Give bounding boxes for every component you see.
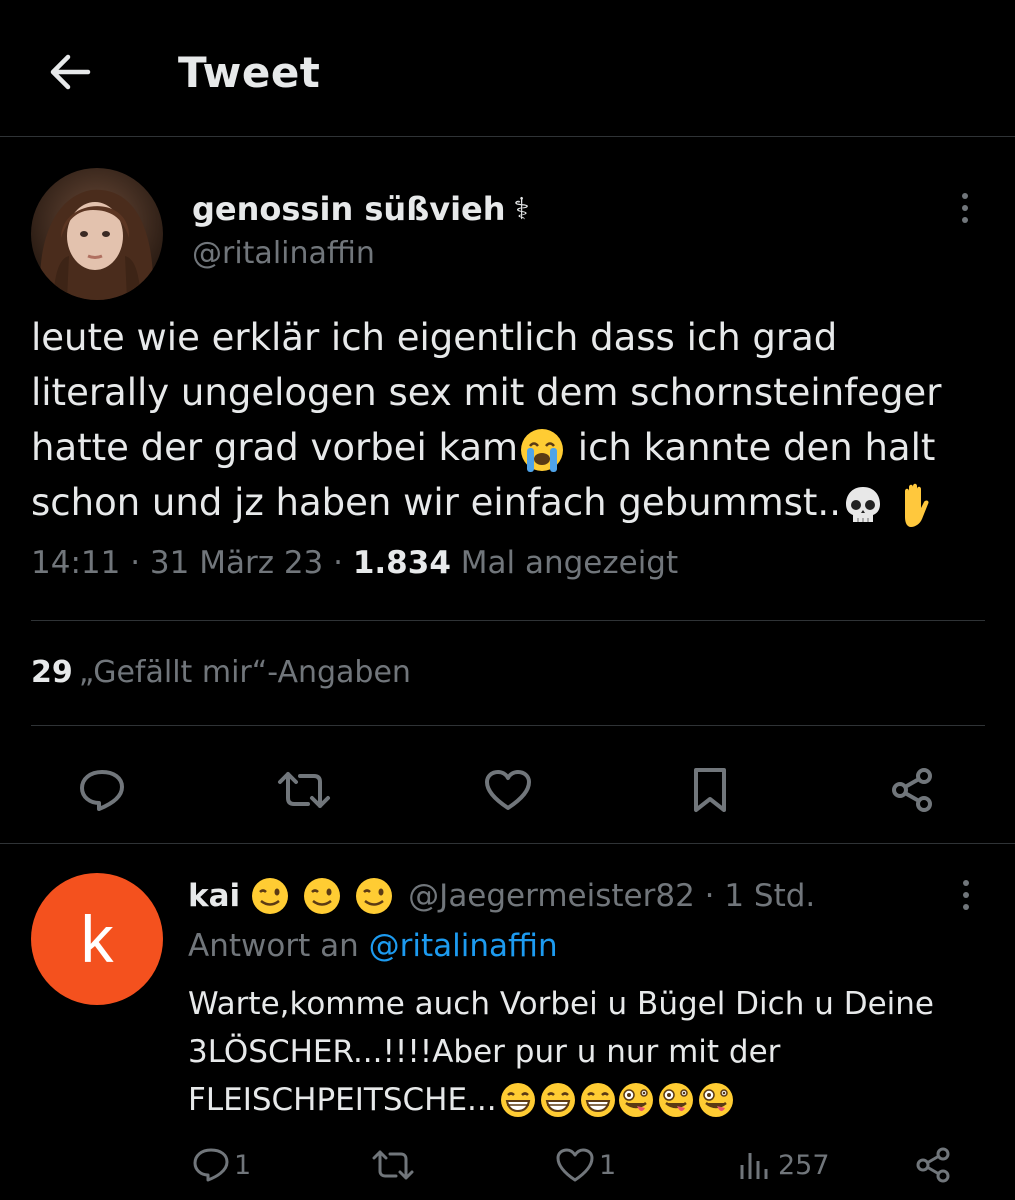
likes-summary[interactable]: 29 „Gefällt mir“-Angaben: [31, 655, 411, 690]
reply-line-3: FLEISCHPEITSCHE...: [188, 1082, 497, 1118]
crying-face-emoji-icon: [521, 428, 564, 472]
divider: [0, 843, 1015, 844]
tweet-line-1: leute wie erklär ich eigentlich dass ich…: [31, 316, 838, 359]
back-arrow-icon: [50, 54, 91, 90]
share-icon: [916, 1147, 950, 1183]
more-icon: [962, 193, 968, 199]
wink-emoji-1: [252, 878, 289, 914]
views-icon: [740, 1153, 768, 1179]
more-icon: [963, 880, 969, 886]
reply-icon: [80, 770, 124, 811]
reply-line-1: Warte,komme auch Vorbei u Bügel Dich u D…: [188, 986, 934, 1022]
wink-emoji-3: [356, 878, 393, 914]
reply-retweet-button[interactable]: [370, 1142, 416, 1188]
reply-share-button[interactable]: [914, 1142, 952, 1188]
bookmark-button[interactable]: [682, 762, 738, 818]
more-icon-dot: [962, 217, 968, 223]
winking-face-emoji-icon: [250, 876, 394, 916]
divider: [31, 620, 985, 621]
retweet-icon: [372, 1150, 414, 1180]
back-button[interactable]: [40, 44, 100, 100]
more-icon-dot: [963, 904, 969, 910]
reply-button[interactable]: [74, 762, 130, 818]
raised-hand-emoji-icon: [904, 483, 929, 527]
replying-to-label: Antwort an: [188, 928, 369, 964]
reply-author-name[interactable]: kai: [188, 878, 240, 914]
reply-view-count: 257: [778, 1149, 830, 1181]
like-button[interactable]: [480, 762, 536, 818]
wink-emoji-2: [304, 878, 341, 914]
reply-header: kai @Jaegermeister82 · 1 Std.: [188, 876, 815, 916]
tweet-text: leute wie erklär ich eigentlich dass ich…: [31, 310, 991, 530]
like-icon: [556, 1148, 594, 1182]
retweet-icon: [278, 772, 330, 808]
author-handle[interactable]: @ritalinaffin: [192, 236, 375, 271]
reply-author-avatar[interactable]: k: [31, 873, 163, 1005]
reply-reply-button[interactable]: 1: [192, 1142, 251, 1188]
reply-line-3-wrap: FLEISCHPEITSCHE...: [188, 1076, 988, 1124]
reply-author-handle[interactable]: @Jaegermeister82 · 1 Std.: [408, 878, 815, 914]
reply-more-options-button[interactable]: [951, 877, 981, 913]
zany-face-emoji-icon: [617, 1081, 735, 1119]
page-title: Tweet: [178, 48, 321, 97]
tweet-line-2: literally ungelogen sex mit dem schornst…: [31, 371, 942, 414]
tweet-timestamp[interactable]: 14:11 · 31 März 23 ·: [31, 545, 353, 581]
reply-like-button[interactable]: 1: [555, 1142, 616, 1188]
view-count: 1.834: [352, 545, 451, 581]
top-bar: Tweet: [0, 0, 1015, 137]
reply-views-button[interactable]: 257: [738, 1142, 830, 1188]
medical-badge-icon: ⚕: [513, 191, 530, 227]
share-icon: [892, 768, 932, 812]
more-options-button[interactable]: [950, 190, 980, 226]
zany-emoji-1: [618, 1083, 653, 1117]
tweet-line-4: schon und jz haben wir einfach gebummst.…: [31, 481, 841, 524]
tweet-meta: 14:11 · 31 März 23 · 1.834 Mal angezeigt: [31, 545, 678, 581]
author-name[interactable]: genossin süßvieh ⚕: [192, 190, 530, 228]
reply-icon: [193, 1148, 229, 1182]
avatar-photo: [31, 168, 163, 300]
grin-emoji-3: [580, 1083, 615, 1117]
bookmark-icon: [694, 768, 726, 812]
replying-to: Antwort an @ritalinaffin: [188, 928, 558, 964]
grin-emoji-1: [500, 1083, 535, 1117]
more-icon-dot: [962, 205, 968, 211]
more-icon-dot: [963, 892, 969, 898]
grinning-squint-emoji-icon: [499, 1081, 617, 1119]
retweet-button[interactable]: [276, 762, 332, 818]
grin-emoji-2: [540, 1083, 575, 1117]
reply-line-2: 3LÖSCHER...!!!!Aber pur u nur mit der: [188, 1034, 781, 1070]
zany-emoji-3: [698, 1083, 733, 1117]
tweet-line-3b: ich kannte den halt: [566, 426, 936, 469]
divider: [31, 725, 985, 726]
author-avatar[interactable]: [31, 168, 163, 300]
share-button[interactable]: [884, 762, 940, 818]
skull-emoji-icon: [845, 486, 880, 522]
reply-reply-count: 1: [234, 1149, 252, 1181]
zany-emoji-2: [658, 1083, 693, 1117]
reply-text: Warte,komme auch Vorbei u Bügel Dich u D…: [188, 980, 988, 1124]
like-icon: [485, 770, 531, 810]
tweet-line-3a: hatte der grad vorbei kam: [31, 426, 519, 469]
likes-label: „Gefällt mir“-Angaben: [78, 655, 411, 690]
views-label: Mal angezeigt: [450, 545, 679, 581]
author-name-text: genossin süßvieh: [192, 190, 506, 228]
replying-to-handle[interactable]: @ritalinaffin: [369, 928, 558, 964]
reply-like-count: 1: [599, 1149, 617, 1181]
likes-count: 29: [31, 655, 73, 690]
